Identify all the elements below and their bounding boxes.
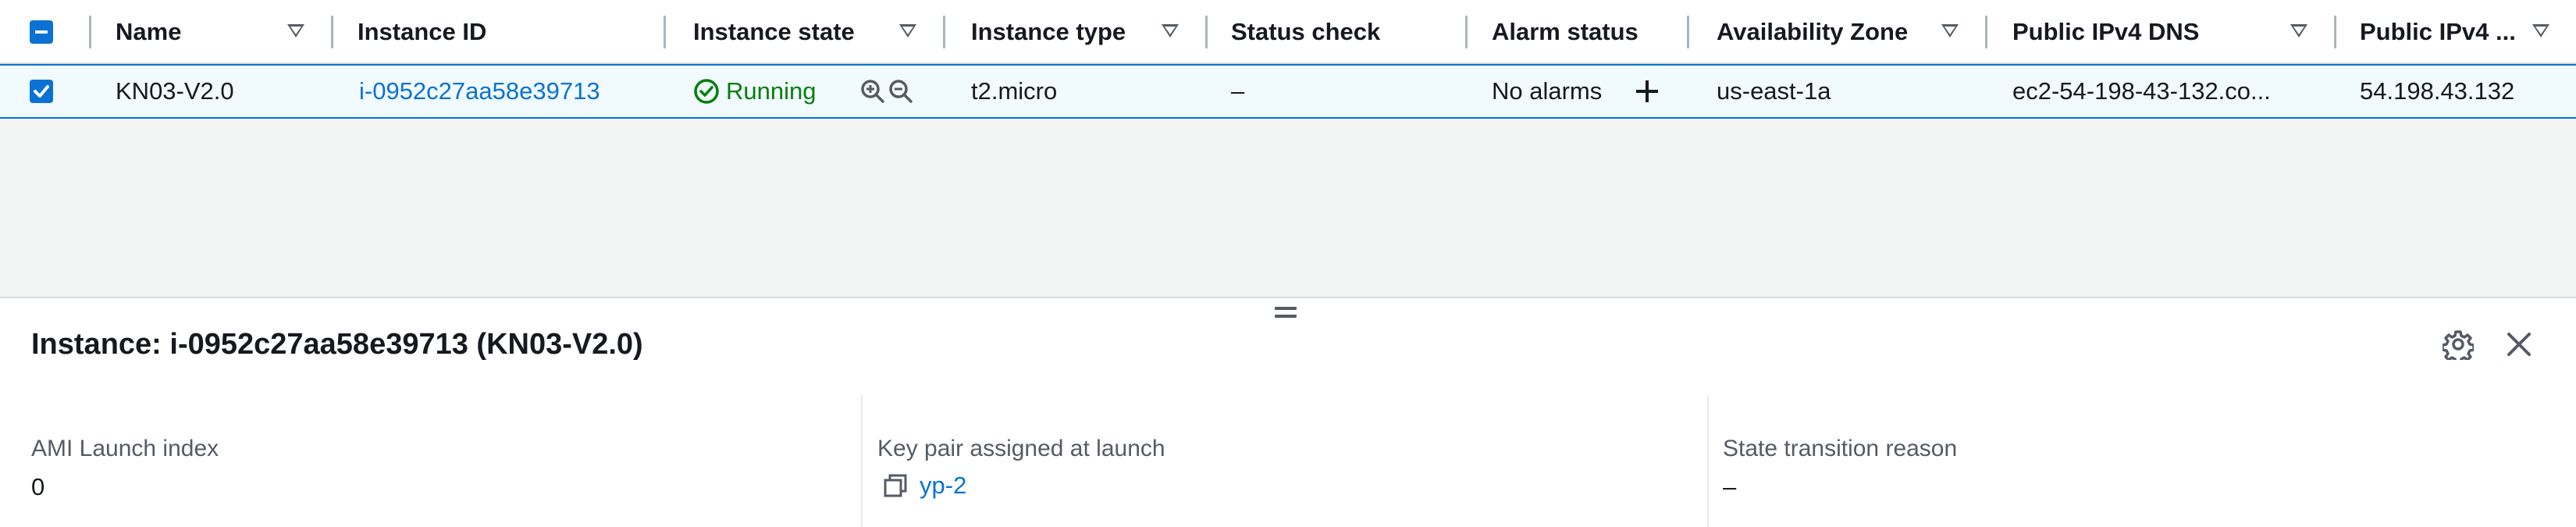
- column-header-status-check[interactable]: Status check: [1231, 0, 1465, 64]
- column-header-label: Name: [116, 18, 182, 45]
- column-header-name[interactable]: Name: [116, 0, 331, 64]
- key-pair-value: yp-2: [882, 472, 966, 500]
- field-value-state-transition-reason: –: [1723, 473, 1737, 500]
- column-divider[interactable]: [1205, 16, 1208, 48]
- zoom-out-icon[interactable]: [888, 78, 914, 105]
- field-label-key-pair: Key pair assigned at launch: [877, 436, 1165, 461]
- column-divider[interactable]: [2334, 16, 2336, 48]
- minus-checkbox-icon: [35, 30, 48, 34]
- row-checkbox[interactable]: [30, 80, 53, 103]
- cell-alarm-status: No alarms: [1492, 77, 1603, 105]
- sort-down-icon[interactable]: [2290, 24, 2307, 37]
- sort-down-icon[interactable]: [1941, 24, 1959, 37]
- column-header-public-ipv4[interactable]: Public IPv4 ...: [2360, 0, 2576, 64]
- table-row[interactable]: KN03-V2.0 i-0952c27aa58e39713 Running t2…: [0, 64, 2576, 119]
- close-icon: [2507, 333, 2531, 356]
- add-alarm-button[interactable]: [1632, 66, 1662, 117]
- key-pair-link[interactable]: yp-2: [920, 472, 966, 500]
- resize-grip-icon[interactable]: [1275, 307, 1297, 322]
- column-header-instance-state[interactable]: Instance state: [693, 0, 943, 64]
- checked-checkbox-icon: [34, 85, 49, 98]
- column-divider[interactable]: [331, 16, 333, 48]
- sort-down-icon[interactable]: [2532, 24, 2549, 37]
- column-divider[interactable]: [664, 16, 666, 48]
- preferences-button[interactable]: [2441, 329, 2475, 365]
- column-divider[interactable]: [89, 16, 91, 48]
- column-divider[interactable]: [1687, 16, 1689, 48]
- instance-id-link[interactable]: i-0952c27aa58e39713: [359, 66, 600, 117]
- plus-icon: [1636, 80, 1658, 102]
- copy-icon[interactable]: [882, 472, 909, 499]
- cell-instance-state: Running: [693, 66, 816, 117]
- column-header-label: Status check: [1231, 18, 1381, 45]
- column-header-label: Availability Zone: [1717, 18, 1909, 45]
- column-divider[interactable]: [943, 16, 945, 48]
- gear-icon: [2441, 330, 2475, 365]
- column-divider[interactable]: [1465, 16, 1468, 48]
- cell-availability-zone: us-east-1a: [1717, 77, 1831, 105]
- grip-line: [1275, 307, 1297, 310]
- cell-name: KN03-V2.0: [116, 77, 234, 105]
- cell-instance-type: t2.micro: [971, 77, 1058, 105]
- cell-public-ipv4-dns: ec2-54-198-43-132.co...: [2012, 77, 2271, 105]
- column-header-public-ipv4-dns[interactable]: Public IPv4 DNS: [2012, 0, 2334, 64]
- column-separator: [861, 395, 863, 527]
- column-header-label: Instance state: [693, 18, 855, 45]
- column-header-label: Public IPv4 DNS: [2012, 18, 2200, 45]
- sort-down-icon[interactable]: [1162, 24, 1179, 37]
- select-all-checkbox[interactable]: [30, 20, 53, 44]
- close-panel-button[interactable]: [2503, 329, 2535, 364]
- field-label-state-transition-reason: State transition reason: [1723, 436, 1958, 461]
- column-header-instance-type[interactable]: Instance type: [971, 0, 1205, 64]
- cell-status-check: –: [1231, 77, 1245, 105]
- field-value-ami-launch-index: 0: [31, 473, 45, 500]
- column-header-instance-id[interactable]: Instance ID: [358, 0, 664, 64]
- column-header-label: Instance type: [971, 18, 1126, 45]
- zoom-in-icon[interactable]: [859, 78, 886, 105]
- detail-panel-title: Instance: i-0952c27aa58e39713 (KN03-V2.0…: [31, 328, 643, 361]
- field-label-ami-launch-index: AMI Launch index: [31, 436, 219, 461]
- table-header: Name Instance ID Instance state Instance…: [0, 0, 2576, 64]
- column-divider[interactable]: [1985, 16, 1987, 48]
- sort-down-icon[interactable]: [287, 24, 304, 37]
- column-header-alarm-status[interactable]: Alarm status: [1492, 0, 1687, 64]
- instance-state-text: Running: [726, 77, 817, 105]
- state-zoom-controls: [859, 66, 914, 117]
- sort-down-icon[interactable]: [899, 24, 916, 37]
- column-header-label: Public IPv4 ...: [2360, 18, 2516, 45]
- ec2-instances-view: Name Instance ID Instance state Instance…: [0, 0, 2576, 527]
- cell-public-ipv4: 54.198.43.132: [2360, 77, 2515, 105]
- column-header-availability-zone[interactable]: Availability Zone: [1717, 0, 1985, 64]
- column-separator: [1707, 395, 1709, 527]
- table-empty-area: [0, 119, 2576, 298]
- grip-line: [1275, 315, 1297, 318]
- running-check-icon: [694, 79, 719, 104]
- column-header-label: Instance ID: [358, 18, 487, 45]
- column-header-label: Alarm status: [1492, 18, 1638, 45]
